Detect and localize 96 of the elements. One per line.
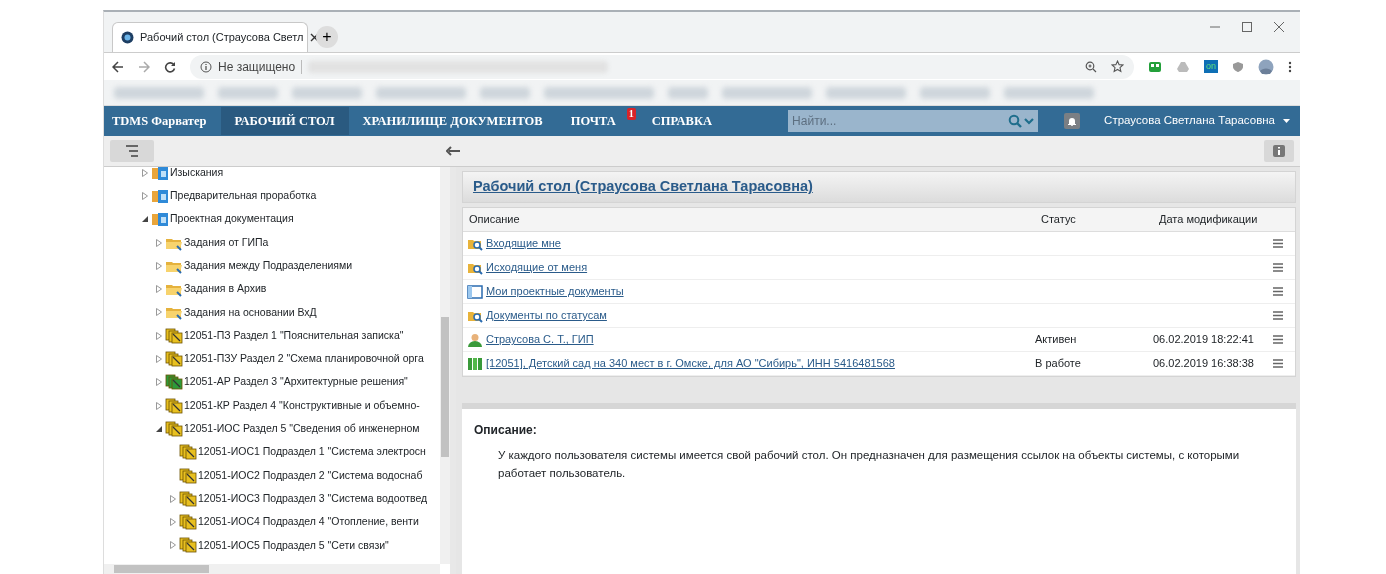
status-cell-text: В работе	[1035, 356, 1082, 372]
collapsed-arrow-icon[interactable]	[154, 260, 164, 271]
collapsed-arrow-icon[interactable]	[168, 517, 178, 528]
bell-icon	[1067, 116, 1078, 126]
tree-item[interactable]: 12051-КР Раздел 4 "Конструктивные и объемно-	[184, 397, 420, 414]
search-icon[interactable]	[1008, 114, 1023, 128]
tree-item[interactable]: Изыскания	[170, 167, 224, 181]
date-cell-text: 06.02.2019 16:38:38	[1153, 356, 1255, 372]
scrollbar[interactable]	[104, 564, 440, 574]
menu-icon[interactable]	[1273, 335, 1283, 344]
tree-item[interactable]: 12051-ИОС1 Подраздел 1 "Система электросн	[198, 444, 426, 461]
scrollbar[interactable]	[440, 167, 450, 564]
row-link[interactable]: Мои проектные документы	[486, 283, 624, 300]
nav-tab[interactable]: РАБОЧИЙ СТОЛ	[220, 106, 349, 136]
column-header[interactable]: Дата модификации	[1153, 211, 1273, 228]
status-cell-text: Активен	[1035, 332, 1078, 348]
tree-item[interactable]: Задания между Подразделениями	[184, 257, 353, 274]
description-text: У каждого пользователя системы имеется свой рабочий стол. Он предназначен для размещения ссылок на объекты системы, с которыми работает пользователь.	[497, 448, 1241, 481]
collapsed-arrow-icon[interactable]	[154, 400, 164, 411]
row-link[interactable]: Входящие мне	[486, 235, 561, 252]
tree-item[interactable]: 12051-ИОС4 Подраздел 4 "Отопление, венти	[198, 514, 419, 530]
shield-icon[interactable]	[1232, 60, 1244, 73]
maximize-icon[interactable]	[1242, 22, 1252, 32]
row-link[interactable]: [12051], Детский сад на 340 мест в г. Омске, для АО "Сибирь", ИНН 5416481568	[486, 355, 895, 372]
app-icon	[121, 31, 134, 44]
tree-item[interactable]: 12051-ПЗУ Раздел 2 "Схема планировочной орга	[184, 351, 424, 367]
close-icon[interactable]	[309, 33, 319, 42]
outline-icon	[124, 145, 140, 157]
expanded-arrow-icon[interactable]	[140, 214, 150, 225]
tree-item[interactable]: 12051-ИОС5 Подраздел 5 "Сети связи"	[198, 537, 389, 554]
collapsed-arrow-icon[interactable]	[154, 330, 164, 341]
notification-badge: 1	[626, 107, 636, 120]
row-link[interactable]: Документы по статусам	[486, 307, 607, 324]
tree-item[interactable]: Предварительная проработка	[170, 188, 317, 204]
zoom-icon[interactable]	[1085, 60, 1097, 73]
folder-icon	[151, 187, 169, 204]
tree-item[interactable]: 12051-ИОС2 Подраздел 2 "Система водоснаб	[198, 467, 423, 484]
collapsed-arrow-icon[interactable]	[154, 237, 164, 248]
caret-icon[interactable]	[1283, 118, 1290, 124]
window-icon	[467, 284, 483, 299]
back-arrow-icon[interactable]	[446, 146, 460, 156]
collapsed-arrow-icon[interactable]	[154, 307, 164, 318]
caret-icon[interactable]	[1024, 117, 1035, 125]
user-menu[interactable]: Страусова Светлана Тарасовна	[1104, 112, 1275, 130]
star-icon[interactable]	[1111, 60, 1124, 73]
nav-tab[interactable]: ПОЧТА 1	[556, 106, 638, 136]
tab-title: Рабочий стол (Страусова Светл	[140, 30, 304, 46]
close-icon[interactable]	[1274, 22, 1284, 32]
row-link[interactable]: Исходящие от меня	[486, 259, 588, 276]
back-arrow-icon[interactable]	[112, 60, 124, 73]
menu-icon[interactable]	[1273, 311, 1283, 320]
app-brand[interactable]: TDMS Фарватер	[104, 111, 221, 131]
tree-toggle-button[interactable]	[110, 140, 154, 162]
tree-item[interactable]: 12051-ПЗ Раздел 1 "Пояснительная записка"	[184, 327, 404, 344]
description-heading: Описание:	[474, 423, 538, 438]
menu-icon[interactable]	[1273, 263, 1283, 272]
folder-icon	[151, 167, 169, 181]
nav-tab[interactable]: ХРАНИЛИЩЕ ДОКУМЕНТОВ	[348, 106, 557, 136]
menu-icon[interactable]	[1273, 287, 1283, 296]
collapsed-arrow-icon[interactable]	[154, 354, 164, 364]
collapsed-arrow-icon[interactable]	[168, 493, 178, 504]
menu-icon[interactable]	[1288, 60, 1292, 73]
tree-item[interactable]: 12051-ИОС Раздел 5 "Сведения об инженерном	[184, 421, 420, 437]
collapsed-arrow-icon[interactable]	[154, 377, 164, 388]
reload-icon[interactable]	[164, 60, 176, 73]
user-icon	[467, 332, 483, 347]
tree-item[interactable]: Задания на основании ВхД	[184, 304, 317, 321]
tree-item[interactable]: Проектная документация	[170, 211, 294, 228]
collapsed-arrow-icon[interactable]	[140, 167, 150, 178]
books-icon	[467, 356, 483, 371]
address-bar[interactable]: Не защищено	[190, 54, 1134, 79]
drive-icon[interactable]	[1176, 60, 1190, 73]
new-tab-button[interactable]: +	[316, 26, 338, 48]
nav-tab[interactable]: СПРАВКА	[637, 106, 726, 136]
info-icon	[200, 60, 212, 73]
notification-button[interactable]	[1064, 113, 1081, 129]
tree-item[interactable]: 12051-ИОС3 Подраздел 3 "Система водоотвед	[198, 490, 428, 507]
tree-item[interactable]: Задания в Архив	[184, 281, 267, 297]
forward-arrow-icon[interactable]	[138, 60, 150, 73]
menu-icon[interactable]	[1273, 359, 1283, 368]
collapsed-arrow-icon[interactable]	[140, 190, 150, 201]
column-header[interactable]: Описание	[463, 211, 1035, 228]
folder-icon	[151, 211, 169, 228]
row-link[interactable]: Страусова С. Т., ГИП	[486, 331, 594, 348]
info-button[interactable]	[1264, 140, 1294, 162]
robot-icon[interactable]	[1148, 60, 1162, 73]
info-icon	[1273, 145, 1285, 157]
column-header[interactable]: Статус	[1035, 211, 1153, 228]
collapsed-arrow-icon[interactable]	[168, 540, 178, 551]
collapsed-arrow-icon[interactable]	[154, 284, 164, 295]
tree-item[interactable]: 12051-АР Раздел 3 "Архитектурные решения"	[184, 374, 408, 391]
menu-icon[interactable]	[1273, 239, 1283, 248]
security-label: Не защищено	[218, 58, 296, 76]
date-cell-text: 06.02.2019 18:22:41	[1153, 332, 1255, 348]
tree-item[interactable]: Задания от ГИПа	[184, 234, 269, 251]
avatar-icon[interactable]	[1258, 58, 1274, 75]
